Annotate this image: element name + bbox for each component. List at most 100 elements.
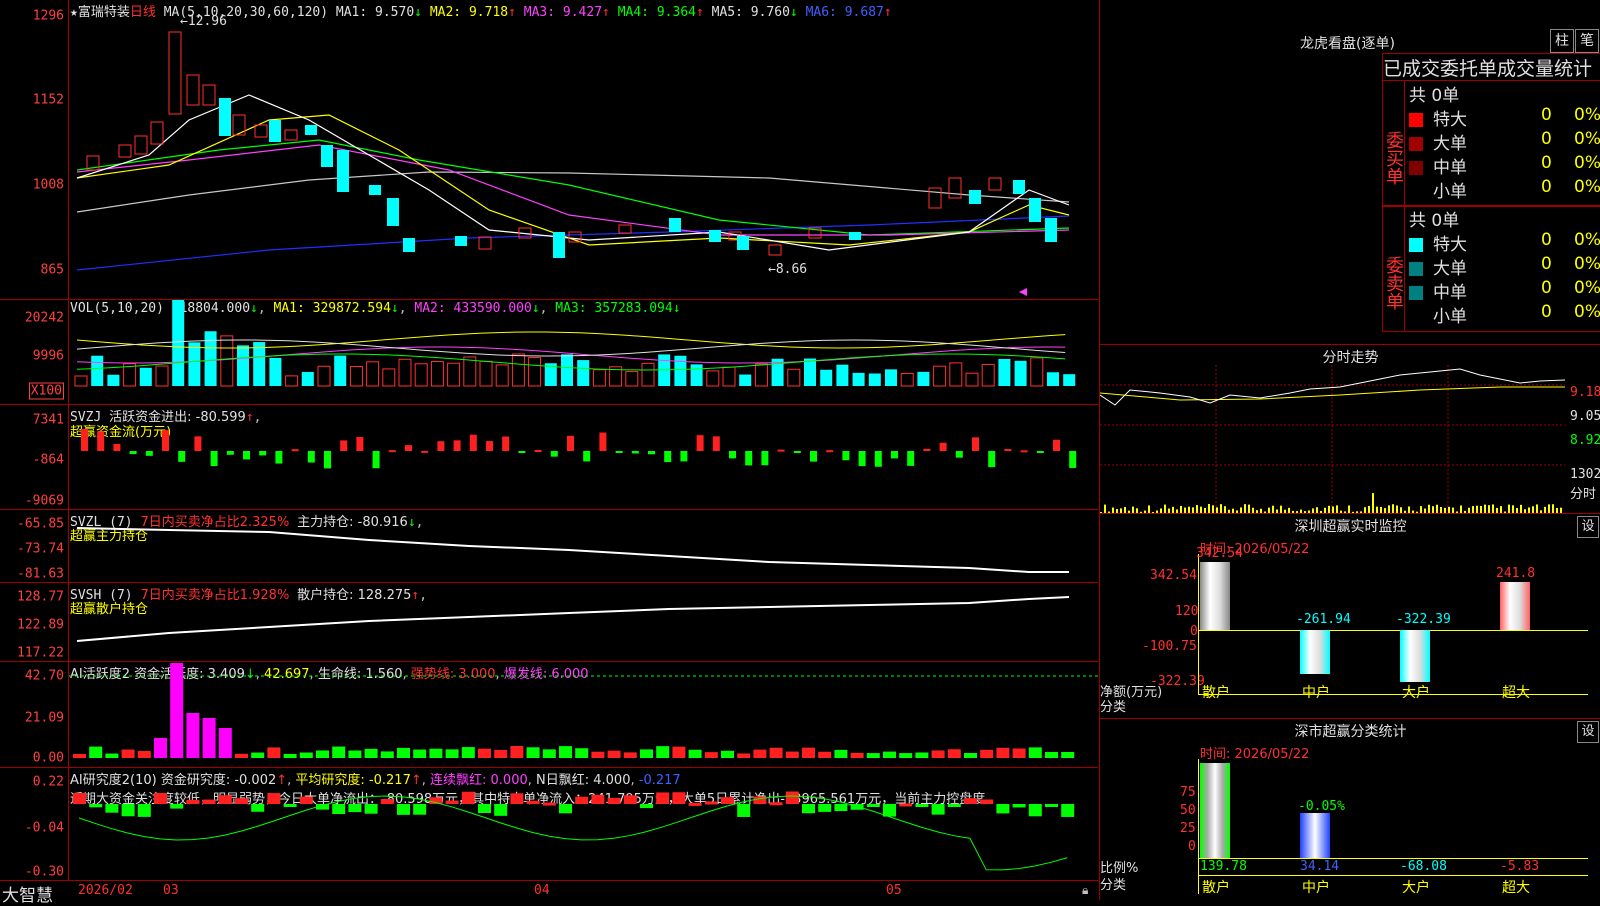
- vol-unit-button[interactable]: X100: [28, 382, 64, 400]
- intraday-volume-bar: [1428, 504, 1430, 513]
- intraday-volume-bar: [1560, 507, 1562, 513]
- intraday-volume-bar: [1336, 505, 1338, 513]
- intraday-panel[interactable]: 分时走势 9.18 9.05 8.92 13024 分时: [1099, 345, 1600, 514]
- intraday-volume-bar: [1108, 511, 1110, 513]
- intraday-title: 分时走势: [1322, 350, 1379, 366]
- research-bar: [121, 804, 135, 817]
- color-swatch-icon: [1409, 310, 1423, 324]
- ai-research-y-tick: -0.30: [24, 864, 64, 880]
- sz-monitor-settings-button[interactable]: 设: [1577, 516, 1599, 538]
- activity-bar: [1045, 752, 1058, 758]
- ai-research-pane[interactable]: 0.22 -0.04 -0.30 AI研究度2(10) 资金研究度: -0.00…: [0, 768, 1098, 880]
- order-count: 0: [1541, 153, 1552, 173]
- intraday-volume-bar: [1152, 511, 1154, 513]
- intraday-volume-bar: [1364, 507, 1366, 513]
- research-bar: [769, 802, 783, 806]
- flow-bar: [729, 451, 736, 459]
- volume-bar: [754, 363, 768, 387]
- intraday-y-tick: 13024: [1570, 467, 1600, 482]
- research-bar: [996, 804, 1010, 814]
- research-bar: [461, 791, 475, 804]
- intraday-volume-bar: [1160, 508, 1162, 513]
- flow-bar: [356, 437, 364, 451]
- intraday-volume-bar: [1124, 506, 1126, 513]
- flow-bar: [923, 448, 931, 451]
- lhb-tabs[interactable]: 已成交委托单成交量统计: [1382, 53, 1600, 81]
- flow-bar: [81, 429, 88, 451]
- vol-y-tick: 20242: [24, 310, 64, 326]
- sz-monitor-x-label: 分类: [1100, 700, 1127, 715]
- svsh-pane[interactable]: 128.77 122.89 117.22 SVSH (7) 7日内买卖净占比1.…: [0, 583, 1098, 662]
- activity-bar: [769, 747, 783, 758]
- buy-total: 共 0单: [1409, 86, 1460, 106]
- intraday-volume-bar: [1204, 507, 1206, 513]
- order-count: 0: [1541, 278, 1552, 298]
- intraday-volume-bar: [1436, 504, 1438, 513]
- research-bar: [1028, 804, 1042, 817]
- intraday-volume-bar: [1508, 504, 1510, 513]
- activity-bar: [850, 752, 864, 758]
- color-swatch-icon: [1409, 262, 1423, 276]
- kline-pane[interactable]: 1296 1152 1008 865 ★富瑞特装日线 MA(5,10,20,30…: [0, 0, 1098, 300]
- volume-bar: [625, 371, 639, 387]
- activity-bar: [348, 750, 362, 758]
- sz-class-title: 深市超赢分类统计: [1294, 724, 1407, 740]
- intraday-volume-bar: [1356, 511, 1358, 513]
- research-bar: [656, 792, 670, 804]
- svsh-y-axis: 128.77 122.89 117.22: [0, 583, 69, 661]
- intraday-volume-bar: [1480, 505, 1482, 513]
- intraday-volume-bar: [1448, 506, 1450, 513]
- intraday-y-tick: 8.92: [1570, 433, 1600, 448]
- intraday-volume-bar: [1140, 511, 1142, 513]
- activity-bar: [899, 753, 913, 758]
- sz-class-panel[interactable]: 深市超赢分类统计 设 时间: 2026/05/22 75 50 25 0 比例%…: [1099, 719, 1600, 900]
- order-type: 中单: [1433, 158, 1467, 178]
- intraday-volume-bar: [1116, 509, 1118, 513]
- volume-bar: [641, 362, 655, 387]
- intraday-volume-bar: [1416, 511, 1418, 513]
- intraday-volume-bar: [1188, 506, 1190, 513]
- research-bar: [413, 804, 427, 815]
- pen-mode-button[interactable]: 笔: [1575, 29, 1599, 53]
- activity-bar: [461, 747, 475, 758]
- bar-mode-button[interactable]: 柱: [1550, 29, 1574, 53]
- lock-icon[interactable]: 🔒︎: [1082, 883, 1088, 898]
- research-bar: [559, 804, 572, 814]
- kline-y-tick: 1152: [32, 92, 64, 108]
- svzj-pane[interactable]: 7341 -864 -9069 SVZJ 活跃资金进出: -80.599↑, 超…: [0, 405, 1098, 510]
- intraday-volume-bar: [1552, 504, 1554, 513]
- flow-bar: [421, 450, 429, 453]
- ai-active-pane[interactable]: 42.70 21.09 0.00 AI活跃度2 资金活跃度: 3.409↓, 4…: [0, 662, 1098, 768]
- activity-bar: [105, 753, 119, 758]
- flow-bar: [826, 450, 834, 453]
- research-bar: [526, 800, 540, 804]
- volume-bar: [334, 355, 347, 386]
- activity-bar: [413, 749, 427, 758]
- buy-block: 委买单 共 0单 特大 0 0% 大单 0 0% 中单 0 0% 小单 0 0%: [1382, 80, 1600, 207]
- kline-chart[interactable]: [69, 0, 1098, 299]
- vol-y-axis: 20242 9996 X100: [0, 300, 69, 404]
- volume-bar: [188, 342, 201, 386]
- activity-bar: [218, 728, 232, 758]
- intraday-volume-bar: [1504, 511, 1506, 513]
- sz-monitor-panel[interactable]: 深圳超赢实时监控 设 时间: 2026/05/22 342.54 120.9 0…: [1099, 514, 1600, 719]
- volume-bar: [917, 371, 930, 386]
- sz-class-settings-button[interactable]: 设: [1577, 721, 1599, 743]
- intraday-volume-bar: [1392, 504, 1394, 513]
- volume-bar: [787, 368, 801, 387]
- volume-pane[interactable]: 20242 9996 X100 VOL(5,10,20) 218804.000↓…: [0, 300, 1098, 405]
- sz-monitor-y-tick: 342.54: [1150, 568, 1197, 583]
- intraday-volume-bar: [1396, 505, 1398, 513]
- ratio-value: 139.78: [1200, 859, 1247, 874]
- net-flow-value: 241.8: [1496, 566, 1536, 581]
- volume-bar: [447, 362, 461, 387]
- flow-bar: [1020, 450, 1028, 453]
- ai-research-chart: [73, 791, 1075, 871]
- svzl-y-tick: -65.85: [17, 516, 64, 532]
- sz-class-x-label: 分类: [1100, 878, 1127, 893]
- research-bar: [332, 804, 346, 815]
- svzl-pane[interactable]: -65.85 -73.74 -81.63 SVZL (7) 7日内买卖净占比2.…: [0, 510, 1098, 583]
- intraday-volume-bar: [1308, 510, 1310, 513]
- ai-active-y-tick: 42.70: [24, 668, 64, 684]
- ratio-bar: [1200, 763, 1230, 858]
